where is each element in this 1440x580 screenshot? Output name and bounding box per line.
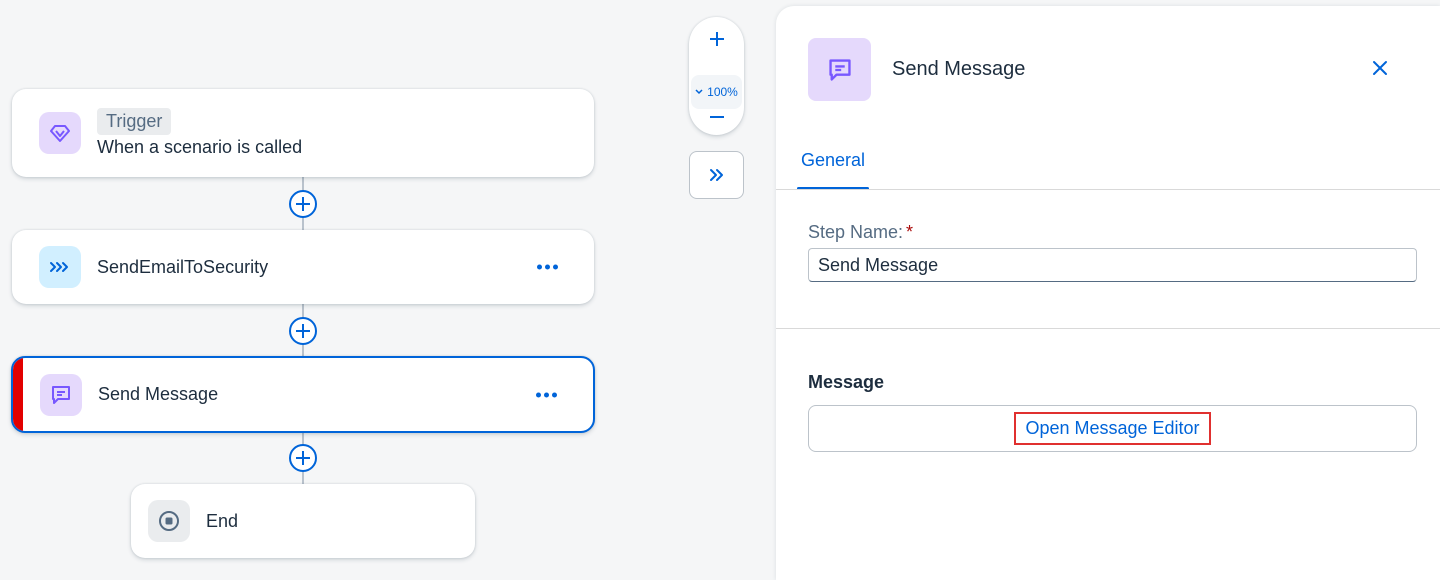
chevron-down-icon [695,89,703,95]
more-options-icon[interactable] [537,264,558,270]
plus-icon [296,451,310,465]
minus-icon [709,116,724,118]
end-card[interactable]: End [131,484,475,558]
tab-general[interactable]: General [797,150,869,190]
trigger-badge: Trigger [97,108,172,135]
step-label: SendEmailToSecurity [97,256,269,277]
flow-canvas: Trigger When a scenario is called SendEm… [0,0,776,580]
message-label: Message [808,372,885,392]
message-container: Open Message Editor [808,405,1417,452]
step-card-send-email[interactable]: SendEmailToSecurity [12,230,594,304]
chevron-double-right-icon [709,169,723,181]
zoom-out-button[interactable] [689,103,744,131]
message-icon [40,373,82,416]
trigger-card[interactable]: Trigger When a scenario is called [12,89,594,177]
step-name-input[interactable] [808,248,1417,282]
add-step-button[interactable] [289,317,317,345]
step-label: End [206,510,239,531]
trigger-text: When a scenario is called [97,137,303,157]
zoom-level: 100% [707,85,738,99]
expand-panel-button[interactable] [689,151,744,199]
plus-icon [296,324,310,338]
diamond-flow-icon [39,112,81,154]
add-step-button[interactable] [289,190,317,218]
close-button[interactable] [1368,56,1392,80]
zoom-in-button[interactable] [689,25,744,53]
message-icon [808,38,871,101]
details-panel: Send Message General Step Name:* Message… [776,6,1440,580]
plus-icon [296,197,310,211]
chevrons-flow-icon [39,246,81,288]
divider [776,328,1440,329]
step-label: Send Message [98,384,219,404]
required-marker: * [906,222,914,242]
divider [776,189,1440,190]
step-card-send-message[interactable]: Send Message [11,356,595,433]
plus-icon [709,32,724,46]
panel-title: Send Message [892,58,1026,80]
selected-indicator [13,358,23,431]
more-options-icon[interactable] [536,392,557,397]
add-step-button[interactable] [289,444,317,472]
zoom-control: 100% [689,17,744,135]
step-name-label: Step Name: * [808,222,914,242]
close-icon [1373,61,1387,75]
open-message-editor-button[interactable]: Open Message Editor [1014,412,1211,445]
stop-icon [148,500,190,542]
